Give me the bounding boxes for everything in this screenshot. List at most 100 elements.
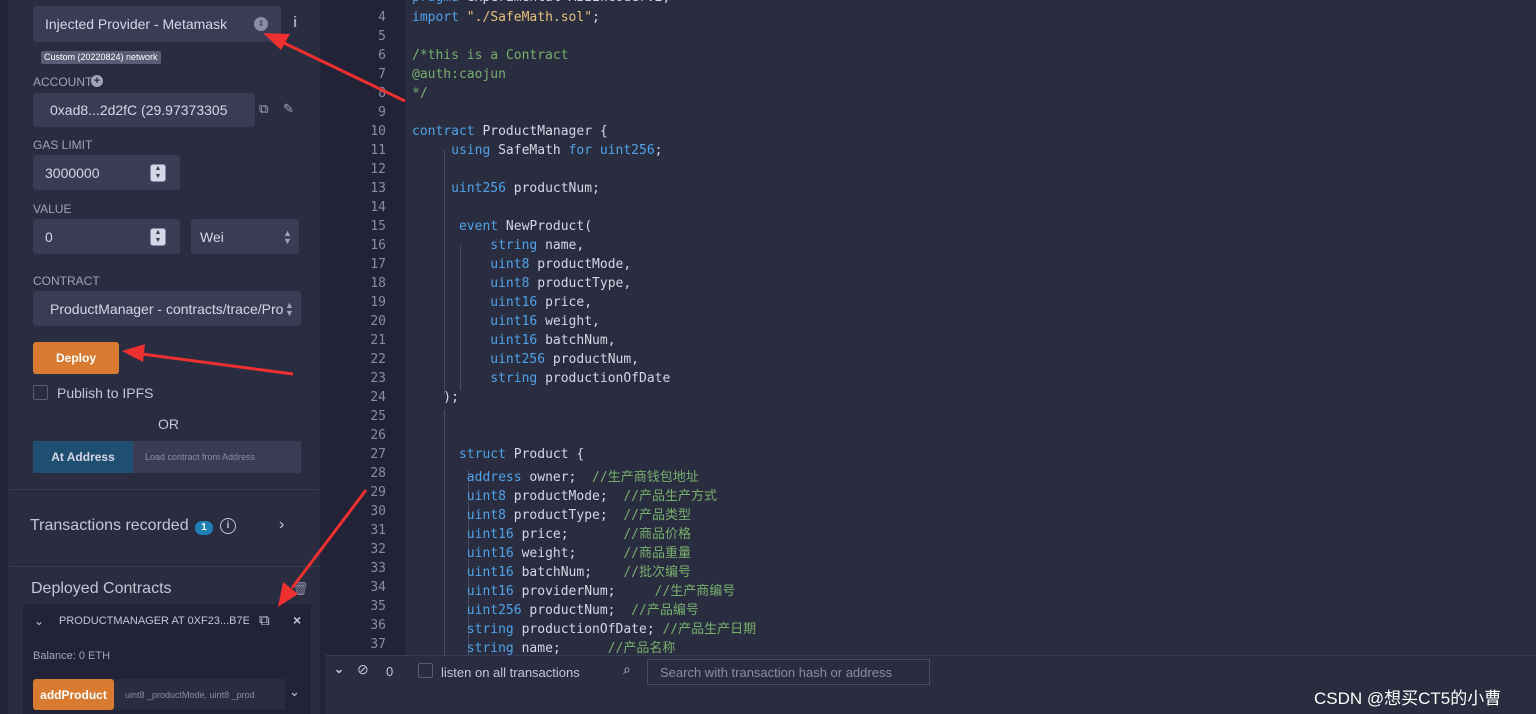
copy-address-icon[interactable]: ⧉ (259, 612, 270, 629)
line-number: 31 (370, 523, 386, 538)
listen-label: listen on all transactions (441, 665, 580, 680)
line-number: 35 (370, 599, 386, 614)
add-product-params: uint8 _productMode, uint8 _prod (125, 689, 255, 700)
edit-icon[interactable]: ✎ (283, 101, 294, 117)
value-stepper-icon[interactable]: ▲ ▼ (150, 228, 166, 246)
line-number: 36 (370, 618, 386, 633)
chevron-right-icon[interactable]: › (279, 516, 284, 534)
line-number: 34 (370, 580, 386, 595)
code-line: pragma experimental ABIEncoderV2; (412, 0, 670, 5)
transactions-count-badge: 1 (195, 521, 213, 535)
add-account-icon[interactable]: + (91, 75, 103, 87)
gas-stepper-icon[interactable]: ▲ ▼ (150, 164, 166, 182)
line-number: 20 (370, 314, 386, 329)
add-product-params-input[interactable]: uint8 _productMode, uint8 _prod (114, 679, 285, 710)
line-number: 12 (370, 162, 386, 177)
code-line: uint256 productNum, (490, 352, 639, 367)
line-number: 21 (370, 333, 386, 348)
code-line: uint256 productNum; (451, 181, 600, 196)
code-line: uint16 price; //商品价格 (466, 527, 691, 542)
load-address-placeholder: Load contract from Address (145, 452, 256, 462)
watermark: CSDN @想买CT5的小曹 (1314, 689, 1502, 708)
line-number: 19 (370, 295, 386, 310)
deployed-contracts-title: Deployed Contracts (31, 580, 172, 597)
deploy-button[interactable]: Deploy (33, 342, 119, 374)
line-number: 8 (378, 86, 386, 101)
code-line: struct Product { (458, 447, 585, 462)
publish-ipfs-checkbox[interactable] (33, 385, 48, 400)
collapse-terminal-icon[interactable]: ⌄ (334, 662, 344, 676)
line-number: 18 (370, 276, 386, 291)
code-line: /*this is a Contract (412, 48, 569, 63)
unit-value: Wei (200, 228, 224, 245)
environment-value: Injected Provider - Metamask (45, 16, 228, 32)
line-number: 24 (370, 390, 386, 405)
line-number: 6 (378, 48, 386, 63)
code-line: uint8 productMode; //产品生产方式 (466, 489, 717, 504)
line-number: 32 (370, 542, 386, 557)
info-icon[interactable]: i (293, 14, 297, 31)
search-input[interactable]: Search with transaction hash or address (647, 659, 930, 685)
code-line: event NewProduct( (458, 219, 593, 234)
line-number: 16 (370, 238, 386, 253)
deploy-run-panel: Injected Provider - Metamask ⇕ i Custom … (0, 0, 326, 714)
gas-limit-value: 3000000 (45, 164, 100, 181)
chevron-down-icon[interactable]: ⌄ (34, 614, 44, 628)
code-line: uint16 providerNum; //生产商编号 (466, 584, 736, 599)
value-label: VALUE (33, 202, 72, 216)
at-address-button[interactable]: At Address (33, 441, 133, 473)
code-editor[interactable]: pragma experimental ABIEncoderV2; import… (406, 0, 1536, 655)
line-number: 11 (370, 143, 386, 158)
code-line: ); (412, 390, 459, 405)
copy-account-icon[interactable]: ⧉ (259, 101, 268, 117)
code-line: uint8 productType; //产品类型 (466, 508, 691, 523)
line-number: 13 (370, 181, 386, 196)
environment-select[interactable]: Injected Provider - Metamask (33, 6, 281, 42)
search-placeholder: Search with transaction hash or address (660, 664, 892, 680)
publish-ipfs-label: Publish to IPFS (57, 385, 154, 401)
contract-select[interactable]: ProductManager - contracts/trace/Pro (33, 291, 301, 326)
contract-caret-icon: ▲ ▼ (285, 300, 294, 318)
code-line: uint16 weight; //商品重量 (466, 546, 691, 561)
line-number: 7 (378, 67, 386, 82)
left-edge (0, 0, 8, 714)
code-line: @auth:caojun (412, 67, 506, 82)
code-line: uint16 price, (490, 295, 593, 310)
line-number: 17 (370, 257, 386, 272)
expand-chevron-icon[interactable]: ⌄ (289, 684, 300, 700)
code-line: uint8 productMode, (490, 257, 632, 272)
close-icon[interactable]: × (293, 612, 301, 628)
load-address-input[interactable]: Load contract from Address (133, 441, 301, 473)
line-number: 28 (370, 466, 386, 481)
network-badge: Custom (20220824) network (41, 51, 161, 64)
line-number: 30 (370, 504, 386, 519)
listen-checkbox[interactable] (418, 663, 433, 678)
contract-label: CONTRACT (33, 274, 100, 288)
add-product-button[interactable]: addProduct (33, 679, 114, 710)
value-amount: 0 (45, 228, 53, 245)
code-line: uint16 batchNum, (490, 333, 616, 348)
line-number: 27 (370, 447, 386, 462)
line-number: 22 (370, 352, 386, 367)
line-number: 10 (370, 124, 386, 139)
code-line: uint8 productType, (490, 276, 632, 291)
contract-value: ProductManager - contracts/trace/Pro (50, 300, 284, 317)
line-number: 5 (378, 29, 386, 44)
code-line: string productionOfDate (490, 371, 671, 386)
code-line: uint16 batchNum; //批次编号 (466, 565, 691, 580)
line-number: 33 (370, 561, 386, 576)
code-line: uint256 productNum; //产品编号 (466, 603, 699, 618)
info-circle-icon[interactable]: i (220, 518, 236, 534)
transactions-recorded-section[interactable]: Transactions recorded 1 i › (9, 489, 319, 567)
line-number: 9 (378, 105, 386, 120)
account-select[interactable]: 0xad8...2d2fC (29.97373305 (33, 93, 255, 127)
unit-caret-icon: ▲ ▼ (283, 228, 292, 246)
trash-icon[interactable]: 🗑 (292, 581, 309, 597)
line-number: 15 (370, 219, 386, 234)
clear-console-icon[interactable]: ⊘ (357, 661, 369, 678)
code-line: uint16 weight, (490, 314, 600, 329)
code-line: string productionOfDate; //产品生产日期 (466, 622, 757, 637)
code-line: string name; //产品名称 (466, 641, 676, 655)
account-label: ACCOUNT (33, 75, 93, 89)
pending-tx-count: 0 (386, 664, 394, 679)
